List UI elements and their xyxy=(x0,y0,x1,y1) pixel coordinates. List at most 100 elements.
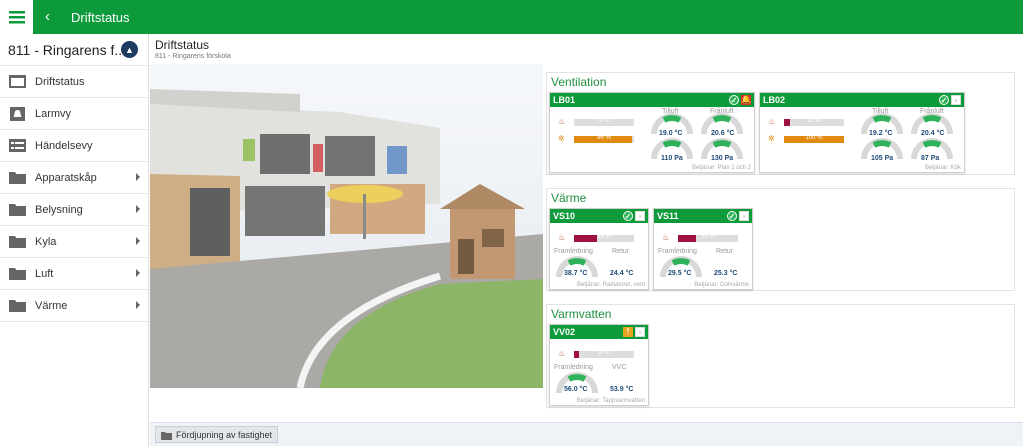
return-temp-value: 53.9 °C xyxy=(610,386,634,393)
heating-valve-bar-text: 10 % xyxy=(807,118,821,124)
sidebar: 811 - Ringarens f... ▲ Driftstatus Larmvy… xyxy=(0,34,149,446)
ventilation-unit-lb02[interactable]: LB02 ✓ ▪ ♨ ✲ 10 % 100 % Tilluft Frånluft 19.2 °C 2… xyxy=(759,92,965,173)
sidebar-item-label: Driftstatus xyxy=(35,75,85,88)
unit-name: VV02 xyxy=(553,327,576,337)
page-title: Driftstatus xyxy=(155,38,210,52)
heater-icon: ♨ xyxy=(558,349,566,358)
ventilation-unit-lb01[interactable]: LB01 ✓ 🔔 ♨ ✲ 0 % 96 % Tilluft Frånluft 19.0 °C 20.… xyxy=(549,92,755,173)
unit-name: VS11 xyxy=(657,211,679,221)
sidebar-item-label: Värme xyxy=(35,299,68,312)
status-ok-icon: ✓ xyxy=(729,95,739,105)
folder-icon xyxy=(9,203,26,217)
varme-unit-vs11[interactable]: VS11 ✓ ▪ ♨ 30 % Framledning Retur 29.5 °C 25.3 °… xyxy=(653,208,753,290)
hot-water-panel: Varmvatten VV02! ▪ ♨ 8 % Framledning VVC 56.0 … xyxy=(546,304,1015,408)
unit-name: LB01 xyxy=(553,95,576,105)
supply-label: Framledning xyxy=(554,364,593,371)
property-details-label: Fördjupning av fastighet xyxy=(176,430,273,440)
back-button[interactable]: ‹ xyxy=(45,8,50,25)
unit-header: LB01 ✓ 🔔 xyxy=(550,93,754,107)
status-inactive-icon: ▪ xyxy=(635,211,645,221)
property-details-button[interactable]: Fördjupning av fastighet xyxy=(155,426,279,443)
sidebar-item-label: Apparatskåp xyxy=(35,171,97,184)
supply-pressure-value: 105 Pa xyxy=(871,155,894,162)
status-inactive-icon: ▪ xyxy=(635,327,645,337)
heater-icon: ♨ xyxy=(558,233,566,242)
sidebar-item-4[interactable]: Belysning xyxy=(0,194,148,226)
status-ok-icon: ✓ xyxy=(939,95,949,105)
sidebar-item-2[interactable]: Händelsevy xyxy=(0,130,148,162)
status-ok-icon: ✓ xyxy=(727,211,737,221)
fan-icon: ✲ xyxy=(558,134,565,143)
folder-icon xyxy=(9,299,26,313)
extract-temp-value: 20.4 °C xyxy=(921,130,945,137)
supply-temp-value: 29.5 °C xyxy=(668,270,692,277)
valve-bar-text: 8 % xyxy=(598,350,610,356)
extract-temp-value: 20.6 °C xyxy=(711,130,735,137)
sidebar-item-5[interactable]: Kyla xyxy=(0,226,148,258)
dashboard-icon xyxy=(9,75,26,89)
collapse-button[interactable]: ▲ xyxy=(121,41,138,58)
alarm-bell-icon: 🔔 xyxy=(741,95,751,105)
ventilation-panel: Ventilation LB01 ✓ 🔔 ♨ ✲ 0 % 96 % Tilluft Frånlu… xyxy=(546,72,1015,175)
supply-label: Framledning xyxy=(658,248,697,255)
top-bar: ‹ Driftstatus xyxy=(0,0,1023,34)
chevron-right-icon xyxy=(136,301,140,309)
valve-bar: 30 % xyxy=(678,234,738,242)
list-icon xyxy=(9,139,26,153)
serves-text: Betjänar: Kök xyxy=(924,165,961,171)
valve-bar-text: 30 % xyxy=(701,234,715,240)
supply-temp-value: 56.0 °C xyxy=(564,386,588,393)
sidebar-item-7[interactable]: Värme xyxy=(0,290,148,322)
sidebar-item-label: Händelsevy xyxy=(35,139,93,152)
supply-label: Framledning xyxy=(554,248,593,255)
status-ok-icon: ✓ xyxy=(623,211,633,221)
ventilation-title: Ventilation xyxy=(551,75,607,89)
content-header: Driftstatus 811 - Ringarens förskola xyxy=(150,34,1023,64)
varmvatten-unit-vv02[interactable]: VV02! ▪ ♨ 8 % Framledning VVC 56.0 °C 53.9 °C Be… xyxy=(549,324,649,406)
folder-icon xyxy=(161,432,172,440)
hamburger-menu-button[interactable] xyxy=(0,0,33,34)
sidebar-item-6[interactable]: Luft xyxy=(0,258,148,290)
valve-bar-text: 38 % xyxy=(597,234,611,240)
unit-header: VV02! ▪ xyxy=(550,325,648,339)
sidebar-item-0[interactable]: Driftstatus xyxy=(0,66,148,98)
heating-valve-bar: 0 % xyxy=(574,118,634,126)
building-photo xyxy=(150,64,543,388)
varme-unit-vs10[interactable]: VS10 ✓ ▪ ♨ 38 % Framledning Retur 38.7 °C 24.4 °… xyxy=(549,208,649,290)
sidebar-item-1[interactable]: Larmvy xyxy=(0,98,148,130)
supply-temp-value: 19.0 °C xyxy=(659,130,683,137)
heater-icon: ♨ xyxy=(558,117,566,126)
warning-icon: ! xyxy=(623,327,633,337)
sidebar-item-label: Belysning xyxy=(35,203,83,216)
folder-icon xyxy=(9,171,26,185)
sidebar-item-3[interactable]: Apparatskåp xyxy=(0,162,148,194)
footer-bar: Fördjupning av fastighet xyxy=(150,422,1023,446)
heater-icon: ♨ xyxy=(768,117,776,126)
supply-temp-value: 19.2 °C xyxy=(869,130,893,137)
serves-text: Betjänar: Golvvärme xyxy=(694,282,749,288)
folder-icon xyxy=(9,267,26,281)
sidebar-item-label: Kyla xyxy=(35,235,57,248)
property-name: 811 - Ringarens f... xyxy=(8,41,127,58)
status-inactive-icon: ▪ xyxy=(739,211,749,221)
page-subtitle: 811 - Ringarens förskola xyxy=(155,53,231,60)
fan-speed-bar: 96 % xyxy=(574,135,634,143)
return-temp-value: 25.3 °C xyxy=(714,270,738,277)
chevron-right-icon xyxy=(136,173,140,181)
heating-valve-bar: 10 % xyxy=(784,118,844,126)
fan-speed-bar-text: 100 % xyxy=(805,135,823,141)
serves-text: Betjänar: Plan 1 och 2 xyxy=(691,165,751,171)
heating-panel: Värme VS10 ✓ ▪ ♨ 38 % Framledning Retur 38.7 °C… xyxy=(546,188,1015,291)
hamburger-icon xyxy=(8,10,25,23)
heater-icon: ♨ xyxy=(662,233,670,242)
sidebar-item-label: Larmvy xyxy=(35,107,72,120)
unit-header: LB02 ✓ ▪ xyxy=(760,93,964,107)
serves-text: Betjänar: Tappvarmvatten xyxy=(576,398,645,404)
unit-name: VS10 xyxy=(553,211,576,221)
heating-valve-bar-text: 0 % xyxy=(598,118,610,124)
serves-text: Betjänar: Radiatorer, vent xyxy=(576,282,645,288)
property-header: 811 - Ringarens f... ▲ xyxy=(0,34,148,66)
unit-header: VS11 ✓ ▪ xyxy=(654,209,752,223)
supply-temp-value: 38.7 °C xyxy=(564,270,588,277)
extract-pressure-value: 87 Pa xyxy=(921,155,940,162)
